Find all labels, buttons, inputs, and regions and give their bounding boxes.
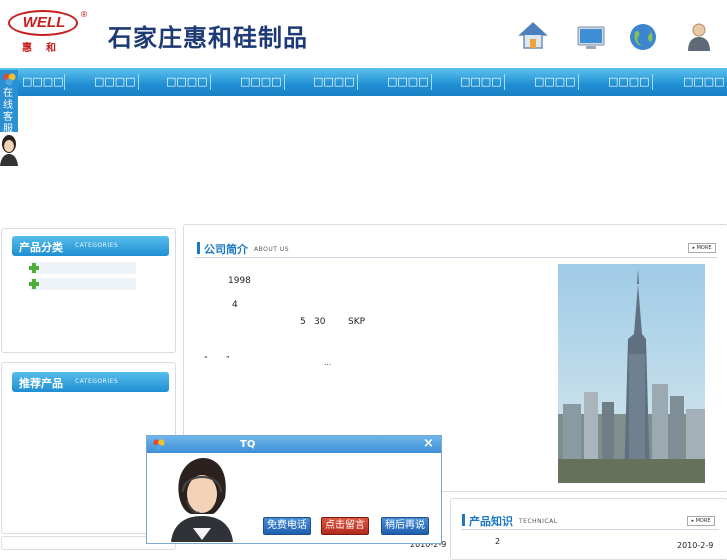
- nav-item[interactable]: □□□□: [240, 68, 282, 96]
- categories-title: 产品分类: [19, 241, 63, 254]
- nav-item[interactable]: □□□□: [166, 68, 208, 96]
- about-text: 5: [300, 317, 306, 327]
- nav-separator: [578, 74, 579, 90]
- nav-item[interactable]: □□□□: [94, 68, 136, 96]
- nav-separator: [652, 74, 653, 90]
- knowledge-more-button[interactable]: ▸ MORE: [687, 516, 715, 526]
- registered-mark: ®: [80, 10, 88, 19]
- nav-separator: [431, 74, 432, 90]
- divider: [194, 257, 717, 258]
- tq-logo-icon: [153, 439, 165, 451]
- category-item[interactable]: [29, 262, 136, 274]
- nav-item[interactable]: □□□□: [534, 68, 576, 96]
- about-title-en: ABOUT US: [254, 246, 290, 253]
- nav-item[interactable]: □□□□: [683, 68, 725, 96]
- online-service-tab[interactable]: 在线客服: [0, 70, 18, 166]
- nav-separator: [504, 74, 505, 90]
- about-title: 公司简介: [197, 242, 248, 256]
- tq-title: TQ: [240, 439, 256, 450]
- service-logo-icon: [3, 73, 16, 86]
- logo-sub: 惠和: [22, 43, 70, 54]
- plus-icon: [29, 279, 39, 289]
- main-nav: □□□□ □□□□ □□□□ □□□□ □□□□ □□□□ □□□□ □□□□ …: [0, 68, 727, 96]
- categories-title-en: CATEGORIES: [75, 242, 119, 249]
- nav-separator: [357, 74, 358, 90]
- knowledge-row-date: 2010-2-9: [677, 541, 714, 550]
- knowledge-panel: 产品知识 TECHNICAL ▸ MORE 2 2010-2-9: [450, 498, 727, 560]
- about-text: ”: [226, 355, 230, 363]
- logo-word: WELL: [22, 14, 66, 31]
- divider: [461, 529, 719, 530]
- nav-item[interactable]: □□□□: [460, 68, 502, 96]
- nav-item[interactable]: □□□□: [387, 68, 429, 96]
- later-button[interactable]: 稍后再说: [381, 517, 429, 535]
- close-icon[interactable]: ×: [423, 436, 434, 451]
- knowledge-title: 产品知识: [462, 514, 513, 528]
- computer-icon[interactable]: [576, 20, 606, 52]
- home-icon[interactable]: [518, 20, 548, 52]
- tq-agent-photo: [171, 458, 233, 542]
- company-name: 石家庄惠和硅制品: [108, 23, 308, 52]
- agent-avatar: [0, 132, 18, 166]
- recommended-title-bar: 推荐产品 CATEGORIES: [12, 372, 169, 392]
- user-icon[interactable]: [684, 20, 714, 52]
- about-text: SKP: [348, 317, 366, 327]
- tq-title-bar: TQ ×: [147, 436, 441, 453]
- about-text: …: [324, 359, 331, 367]
- nav-separator: [210, 74, 211, 90]
- leave-message-button[interactable]: 点击留言: [321, 517, 369, 535]
- nav-separator: [138, 74, 139, 90]
- free-call-button[interactable]: 免费电话: [263, 517, 311, 535]
- recommended-title-en: CATEGORIES: [75, 378, 119, 385]
- globe-icon[interactable]: [628, 20, 658, 52]
- recommended-title: 推荐产品: [19, 377, 63, 390]
- plus-icon: [29, 263, 39, 273]
- nav-item[interactable]: □□□□: [22, 68, 64, 96]
- nav-separator: [64, 74, 65, 90]
- knowledge-title-en: TECHNICAL: [519, 518, 558, 525]
- nav-item[interactable]: □□□□: [608, 68, 650, 96]
- online-service-label: 在线客服: [3, 88, 13, 135]
- categories-panel: 产品分类 CATEGORIES: [1, 228, 176, 353]
- tq-chat-popup: TQ × 免费电话 点击留言 稍后再说: [146, 435, 442, 544]
- logo[interactable]: WELL ® 惠和: [8, 10, 88, 54]
- categories-title-bar: 产品分类 CATEGORIES: [12, 236, 169, 256]
- about-text: 4: [232, 300, 238, 310]
- about-text: 30: [314, 317, 326, 327]
- category-item[interactable]: [29, 278, 136, 290]
- about-text: “: [204, 355, 208, 363]
- nav-separator: [284, 74, 285, 90]
- about-more-button[interactable]: ▸ MORE: [688, 243, 716, 253]
- company-photo: [558, 264, 705, 483]
- about-text: 1998: [228, 276, 251, 286]
- nav-item[interactable]: □□□□: [313, 68, 355, 96]
